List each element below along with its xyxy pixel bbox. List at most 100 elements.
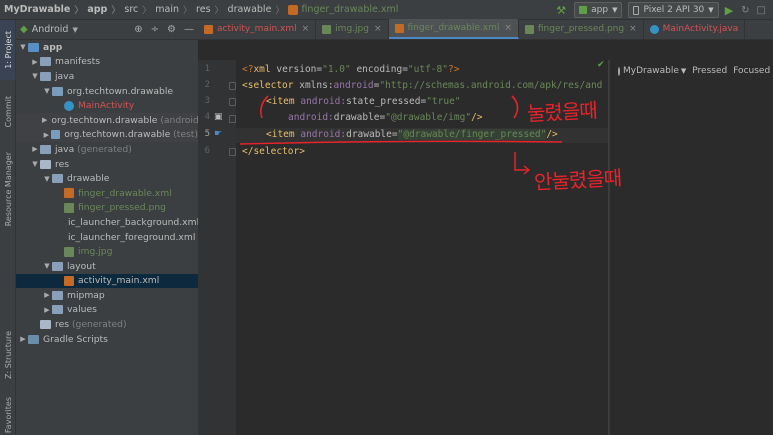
tree-item-label: layout bbox=[67, 260, 96, 272]
close-icon[interactable]: × bbox=[302, 24, 310, 34]
breadcrumb-src[interactable]: src 〉 bbox=[124, 3, 155, 16]
chevron-right-icon[interactable]: ▶ bbox=[42, 306, 52, 314]
project-panel-header: ◆ Android ▼ ⊕ ÷ ⚙ — bbox=[16, 20, 198, 40]
chevron-right-icon[interactable]: ▶ bbox=[30, 145, 40, 153]
breadcrumb-res[interactable]: res 〉 bbox=[196, 3, 228, 16]
chevron-right-icon[interactable]: ▶ bbox=[42, 131, 51, 139]
tab-resource-manager[interactable]: Resource Manager bbox=[0, 144, 16, 234]
tree-item-package[interactable]: ▼ org.techtown.drawable bbox=[16, 84, 198, 99]
breadcrumb-file[interactable]: finger_drawable.xml bbox=[288, 4, 398, 15]
tab-commit-tool[interactable]: Commit bbox=[0, 90, 16, 134]
tree-item-ic-launcher-foreground[interactable]: ic_launcher_foreground.xml ( bbox=[16, 230, 198, 245]
chevron-down-icon[interactable]: ▼ bbox=[42, 87, 52, 95]
tree-item-mainactivity[interactable]: MainActivity bbox=[16, 98, 198, 113]
chevron-down-icon[interactable]: ▼ bbox=[42, 175, 52, 183]
preview-toolbar: MyDrawable▼ Pressed Focused H bbox=[610, 60, 773, 82]
chevron-down-icon[interactable]: ▼ bbox=[42, 262, 52, 270]
chevron-right-icon[interactable]: ▶ bbox=[18, 335, 28, 343]
tab-favorites[interactable]: Favorites bbox=[0, 395, 16, 435]
tree-item-package-androidtest[interactable]: ▶ org.techtown.drawable (android bbox=[16, 112, 198, 128]
editor-tabs: activity_main.xml × img.jpg × finger_drawa… bbox=[198, 19, 773, 40]
tree-item-res[interactable]: ▼ res bbox=[16, 157, 198, 172]
breadcrumb-module[interactable]: app 〉 bbox=[87, 3, 124, 16]
breadcrumb-project[interactable]: MyDrawable 〉 bbox=[4, 3, 87, 16]
close-icon[interactable]: × bbox=[504, 23, 512, 33]
tree-item-img[interactable]: img.jpg bbox=[16, 244, 198, 259]
tree-item-package-test[interactable]: ▶ org.techtown.drawable (test) bbox=[16, 127, 198, 143]
folder-icon bbox=[52, 305, 63, 315]
tree-item-gradle-scripts[interactable]: ▶ Gradle Scripts bbox=[16, 332, 198, 347]
chevron-right-icon[interactable]: ▶ bbox=[30, 58, 40, 66]
line-number: 5 bbox=[204, 129, 210, 139]
image-file-icon bbox=[322, 24, 332, 34]
fold-icon[interactable] bbox=[229, 115, 236, 123]
run-icon[interactable]: ▶ bbox=[725, 4, 733, 17]
folder-icon bbox=[40, 144, 51, 154]
run-config-select[interactable]: app ▼ bbox=[574, 2, 623, 18]
device-select[interactable]: Pixel 2 API 30 ▼ bbox=[628, 2, 719, 18]
tree-item-mipmap[interactable]: ▶ mipmap bbox=[16, 288, 198, 303]
gear-icon[interactable]: ⚙ bbox=[167, 24, 176, 35]
tree-item-finger-drawable[interactable]: finger_drawable.xml bbox=[16, 186, 198, 201]
hammer-icon[interactable]: ⚒ bbox=[556, 4, 566, 17]
state-focused-toggle[interactable]: Focused bbox=[733, 66, 770, 76]
stop-icon[interactable]: □ bbox=[757, 5, 766, 16]
chevron-down-icon[interactable]: ▼ bbox=[30, 72, 40, 80]
breadcrumb-drawable[interactable]: drawable 〉 bbox=[228, 3, 289, 16]
tree-item-label: img.jpg bbox=[78, 246, 113, 258]
chevron-down-icon[interactable]: ▼ bbox=[30, 160, 40, 168]
tab-structure[interactable]: Z: Structure bbox=[0, 325, 16, 385]
tree-item-drawable[interactable]: ▼ drawable bbox=[16, 171, 198, 186]
tree-item-ic-launcher-background[interactable]: ic_launcher_background.xml bbox=[16, 215, 198, 230]
tree-item-app[interactable]: ▼ app bbox=[16, 40, 198, 55]
state-pressed-toggle[interactable]: Pressed bbox=[692, 66, 727, 76]
tree-item-label: ic_launcher_background.xml bbox=[68, 216, 198, 228]
chevron-down-icon[interactable]: ▼ bbox=[72, 26, 77, 34]
tree-item-layout[interactable]: ▼ layout bbox=[16, 259, 198, 274]
target-icon[interactable]: ⊕ bbox=[134, 24, 142, 35]
chevron-down-icon[interactable]: ▼ bbox=[18, 43, 28, 51]
tree-item-activity-main[interactable]: activity_main.xml bbox=[16, 273, 198, 289]
tree-item-values[interactable]: ▶ values bbox=[16, 303, 198, 318]
fold-icon[interactable] bbox=[229, 98, 236, 106]
tree-item-res-generated[interactable]: res (generated) bbox=[16, 317, 198, 332]
project-view-select[interactable]: Android bbox=[32, 24, 69, 35]
tool-window-strip: 1: Project Commit Resource Manager Z: St… bbox=[0, 20, 16, 435]
tab-project-tool[interactable]: 1: Project bbox=[0, 20, 16, 80]
fold-icon[interactable] bbox=[229, 82, 236, 90]
tab-label: img.jpg bbox=[335, 24, 369, 34]
tree-item-label: drawable bbox=[67, 173, 110, 185]
chevron-right-icon[interactable]: ▶ bbox=[42, 291, 52, 299]
tab-label: finger_drawable.xml bbox=[407, 23, 500, 33]
tree-item-java[interactable]: ▼ java bbox=[16, 69, 198, 84]
folder-icon bbox=[52, 290, 63, 300]
xml-file-icon bbox=[288, 4, 299, 15]
tab-finger-pressed[interactable]: finger_pressed.png × bbox=[519, 19, 644, 39]
theme-icon bbox=[618, 66, 620, 76]
fold-icon[interactable] bbox=[229, 148, 236, 156]
rerun-icon[interactable]: ↻ bbox=[741, 5, 749, 16]
tab-mainactivity[interactable]: MainActivity.java bbox=[644, 19, 746, 39]
folder-icon bbox=[52, 261, 63, 271]
close-icon[interactable]: × bbox=[374, 24, 382, 34]
tree-item-label: values bbox=[67, 304, 97, 316]
folder-icon bbox=[40, 320, 51, 330]
breadcrumb-main[interactable]: main 〉 bbox=[155, 3, 196, 16]
tree-item-finger-pressed[interactable]: finger_pressed.png bbox=[16, 201, 198, 216]
tab-finger-drawable[interactable]: finger_drawable.xml × bbox=[388, 19, 519, 39]
tab-activity-main[interactable]: activity_main.xml × bbox=[198, 19, 317, 39]
close-icon[interactable]: × bbox=[629, 24, 637, 34]
tab-img[interactable]: img.jpg × bbox=[316, 19, 389, 39]
collapse-icon[interactable]: ÷ bbox=[151, 24, 159, 35]
minimize-icon[interactable]: — bbox=[184, 24, 194, 35]
tree-item-java-generated[interactable]: ▶ java (generated) bbox=[16, 142, 198, 157]
tree-item-manifests[interactable]: ▶ manifests bbox=[16, 55, 198, 70]
folder-icon bbox=[52, 174, 63, 184]
chevron-right-icon[interactable]: ▶ bbox=[42, 116, 47, 124]
breadcrumb-label: finger_drawable.xml bbox=[301, 4, 399, 15]
folder-icon bbox=[40, 57, 51, 67]
tree-item-extra: (generated) bbox=[77, 143, 132, 155]
theme-select[interactable]: MyDrawable ▼ bbox=[623, 66, 686, 76]
line-number: 2 bbox=[204, 80, 210, 90]
image-preview-icon[interactable]: ▣ bbox=[214, 112, 223, 122]
